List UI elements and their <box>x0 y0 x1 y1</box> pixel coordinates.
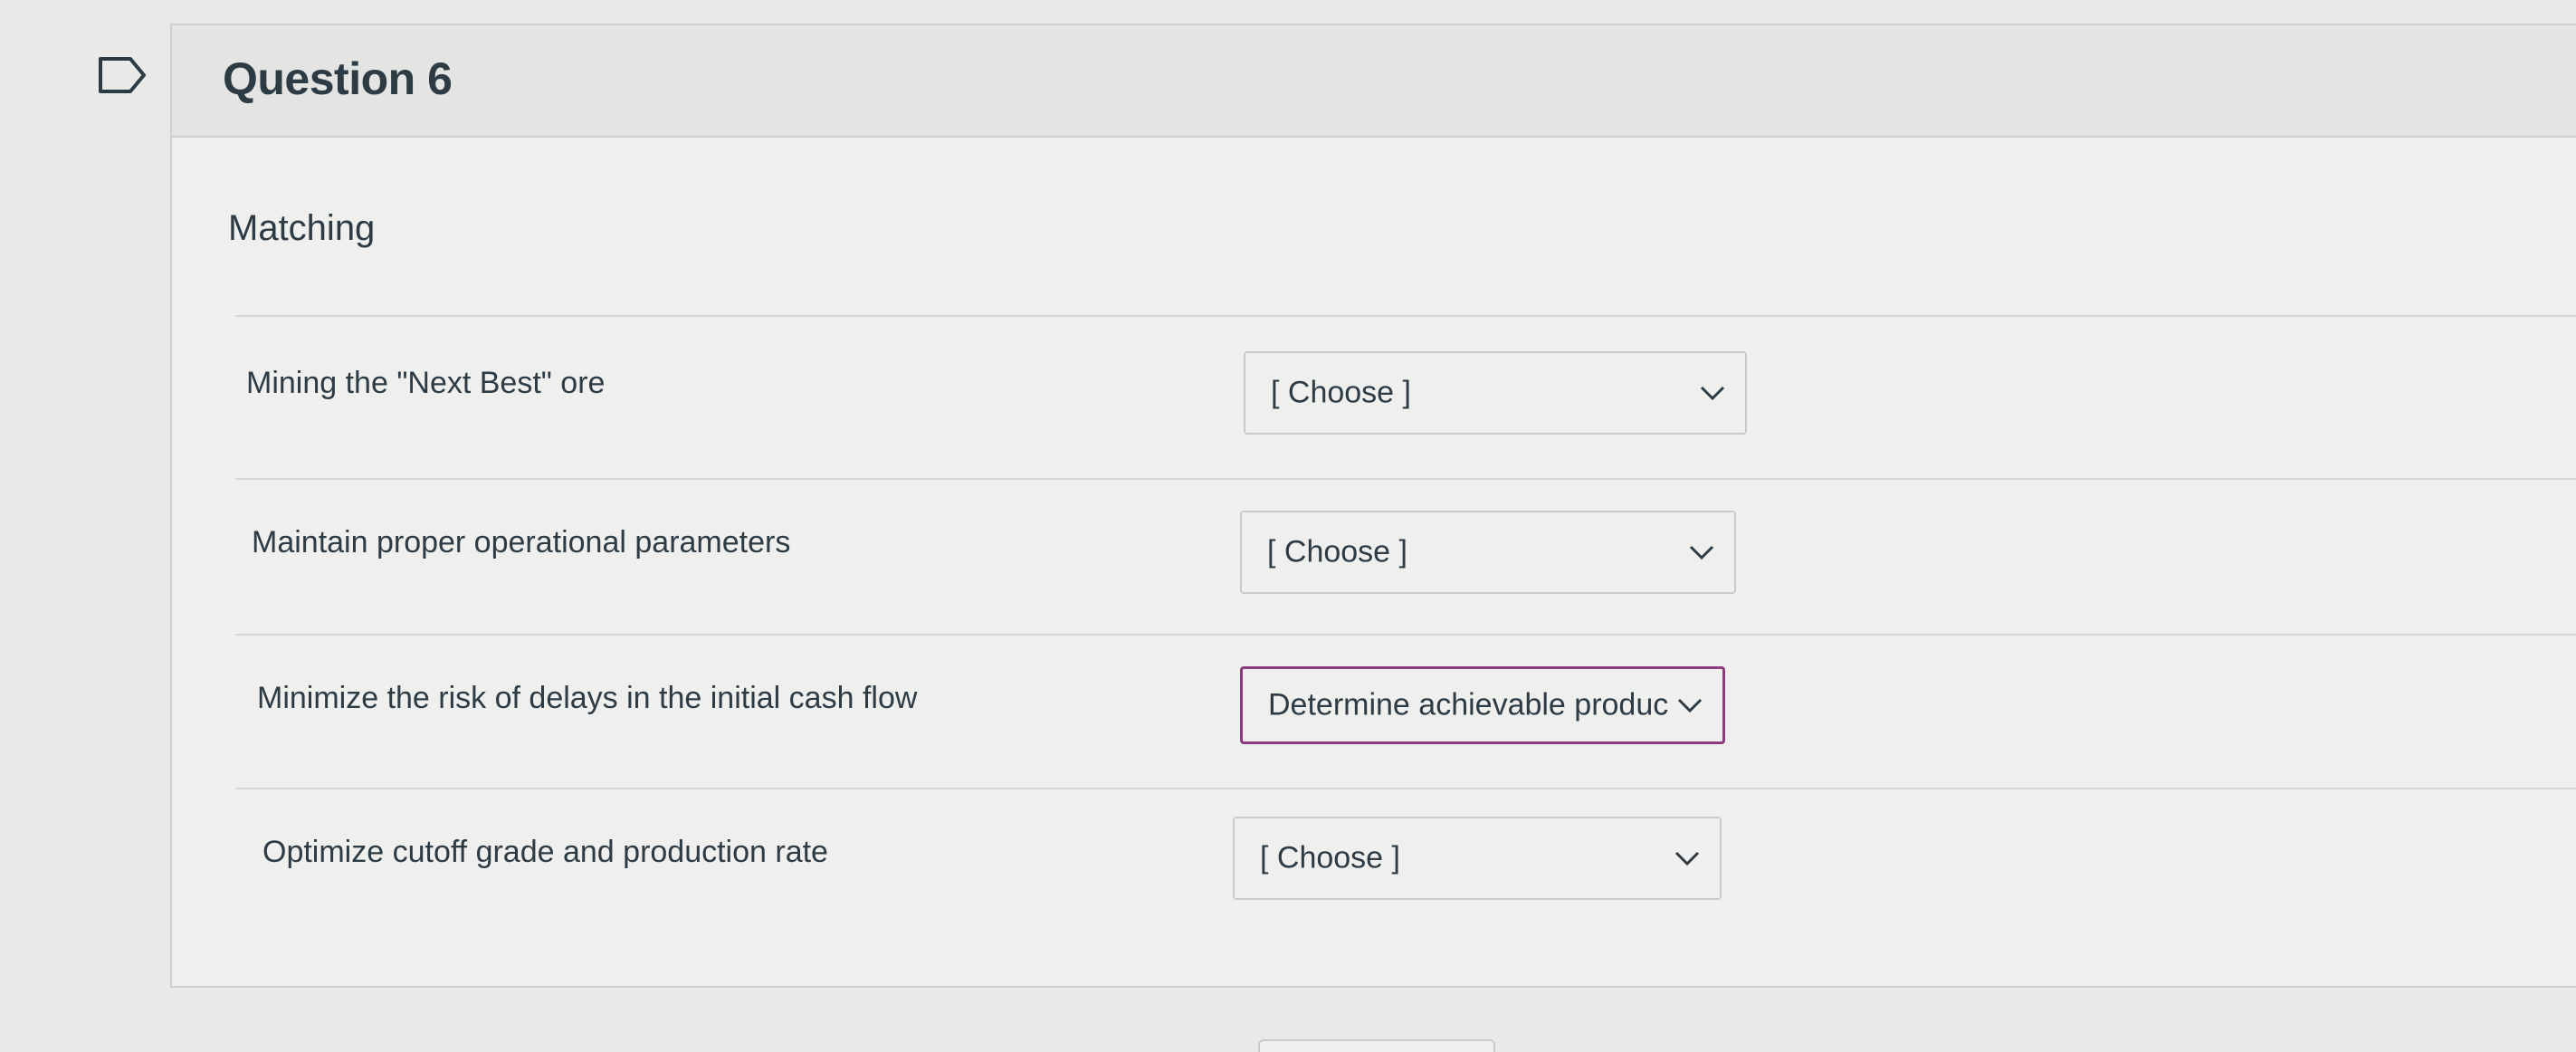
chevron-down-icon <box>1700 386 1725 401</box>
divider <box>235 478 2576 480</box>
answer-select[interactable]: Determine achievable produc <box>1240 666 1725 744</box>
chevron-down-icon <box>1674 851 1700 866</box>
answer-select[interactable]: [ Choose ] <box>1233 817 1722 900</box>
answer-select-value: [ Choose ] <box>1271 375 1411 410</box>
question-title: Question 6 <box>223 53 453 104</box>
bookmark-icon[interactable] <box>98 56 147 94</box>
answer-select-value: [ Choose ] <box>1260 840 1400 875</box>
divider <box>235 788 2576 789</box>
next-question-card-edge <box>1258 1039 1495 1052</box>
answer-select[interactable]: [ Choose ] <box>1244 351 1747 435</box>
match-prompt: Minimize the risk of delays in the initi… <box>257 681 918 715</box>
chevron-down-icon <box>1689 545 1714 560</box>
question-type-label: Matching <box>228 208 376 248</box>
question-header: Question 6 <box>172 25 2576 138</box>
chevron-down-icon <box>1677 698 1703 713</box>
question-card: Question 6 Matching Mining the "Next Bes… <box>170 24 2576 988</box>
answer-select-value: [ Choose ] <box>1267 534 1407 569</box>
match-prompt: Optimize cutoff grade and production rat… <box>262 835 828 869</box>
answer-select-value: Determine achievable produc <box>1268 687 1669 722</box>
match-prompt: Mining the "Next Best" ore <box>246 366 606 400</box>
match-prompt: Maintain proper operational parameters <box>252 525 791 559</box>
answer-select[interactable]: [ Choose ] <box>1240 511 1736 594</box>
divider <box>235 634 2576 636</box>
divider <box>235 315 2576 317</box>
